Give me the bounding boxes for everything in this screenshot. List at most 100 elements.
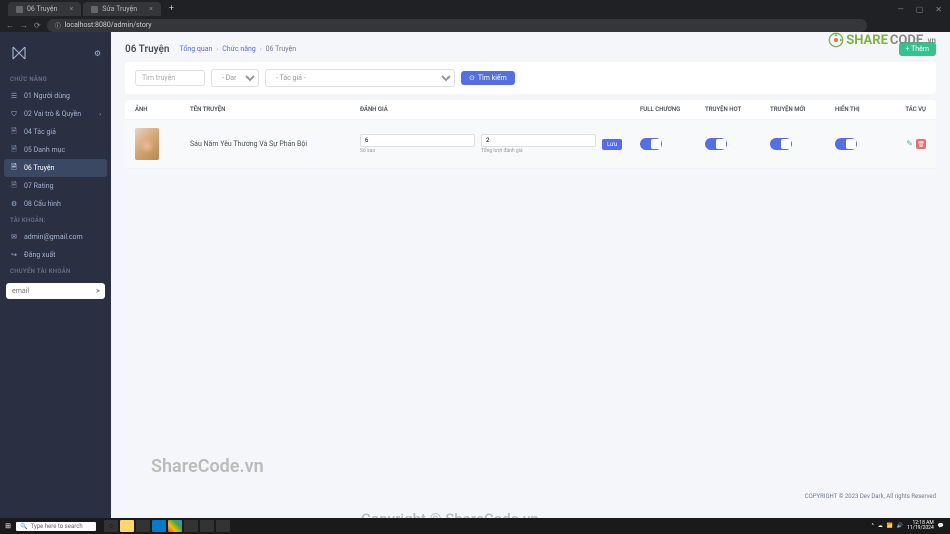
system-tray[interactable]: ^ ☁ 📶 🔊 12:18 AM 11/19/2024 💬 bbox=[872, 521, 948, 532]
nav-item-02[interactable]: ⛉02 Vai trò & Quyền› bbox=[0, 105, 111, 123]
th-full: FULL CHƯƠNG bbox=[640, 106, 705, 113]
main-content: SHARECODE.vn 06 Truyện Tổng quan › Chức … bbox=[111, 32, 950, 518]
filter-author-select[interactable]: - Tác giả - bbox=[265, 69, 455, 87]
send-icon[interactable]: ➤ bbox=[95, 287, 101, 295]
reload-button[interactable]: ⟳ bbox=[34, 21, 41, 30]
toggle-hot[interactable] bbox=[705, 138, 727, 150]
address-bar-row: ← → ⟳ ⓘ localhost:8080/admin/story bbox=[0, 18, 950, 32]
switch-account-wrap: ➤ bbox=[6, 283, 105, 299]
nav-item-05[interactable]: 🗎05 Danh mục bbox=[0, 141, 111, 159]
minimize-button[interactable]: — bbox=[897, 5, 903, 14]
nav-label: 06 Truyện bbox=[24, 164, 54, 172]
task-icon-edge[interactable] bbox=[136, 520, 150, 532]
task-icon-chrome[interactable] bbox=[168, 520, 182, 532]
nav-item-04[interactable]: 🗎 04 Tác giả bbox=[0, 123, 111, 141]
new-tab-button[interactable]: + bbox=[163, 4, 180, 14]
browser-chrome: 06 Truyện × Sửa Truyện × + — ▢ ✕ ← → ⟳ ⓘ… bbox=[0, 0, 950, 32]
nav-item-08[interactable]: ⚙08 Cấu hình bbox=[0, 195, 111, 213]
url-text: localhost:8080/admin/story bbox=[65, 21, 152, 29]
save-rating-button[interactable]: Lưu bbox=[602, 139, 622, 150]
task-icon-app1[interactable] bbox=[184, 520, 198, 532]
maximize-button[interactable]: ▢ bbox=[916, 5, 924, 14]
close-button[interactable]: ✕ bbox=[935, 5, 942, 14]
task-icon-app3[interactable] bbox=[216, 520, 230, 532]
forward-button[interactable]: → bbox=[20, 21, 28, 30]
section-header-chuyen: CHUYỂN TÀI KHOẢN bbox=[0, 264, 111, 279]
th-moi: TRUYỆN MỚI bbox=[770, 106, 835, 113]
taskbar-clock[interactable]: 12:18 AM 11/19/2024 bbox=[907, 521, 934, 532]
logo-row: ⚙ bbox=[0, 40, 111, 72]
nav-item-01[interactable]: ☰01 Người dùng bbox=[0, 87, 111, 105]
th-anh: ẢNH bbox=[135, 106, 190, 113]
tray-notifications-icon[interactable]: 💬 bbox=[938, 523, 944, 529]
users-icon: ☰ bbox=[10, 92, 18, 100]
filter-category-select[interactable]: - Danh mục - bbox=[211, 69, 259, 87]
rating-total-input[interactable] bbox=[481, 134, 596, 147]
sharecode-watermark-logo: SHARECODE.vn bbox=[828, 32, 936, 48]
nav-item-logout[interactable]: ↪Đăng xuất bbox=[0, 246, 111, 264]
windows-taskbar: ⊞ 🔍Type here to search ○ ^ ☁ 📶 🔊 12:18 A… bbox=[0, 518, 950, 534]
watermark-code: CODE bbox=[890, 33, 923, 48]
filter-search-input[interactable] bbox=[135, 70, 205, 86]
tab-label: 06 Truyện bbox=[27, 5, 57, 13]
section-header-taikhoan: TÀI KHOẢN: bbox=[0, 213, 111, 228]
tab-label: Sửa Truyện bbox=[102, 5, 137, 13]
taskbar-search[interactable]: 🔍Type here to search bbox=[16, 522, 96, 531]
task-icon-app2[interactable] bbox=[200, 520, 214, 532]
breadcrumb-item[interactable]: Tổng quan bbox=[180, 45, 213, 53]
app-logo[interactable] bbox=[10, 44, 28, 62]
story-thumbnail[interactable] bbox=[135, 128, 159, 160]
chevron-right-icon: › bbox=[99, 111, 101, 118]
tray-chevron-icon[interactable]: ^ bbox=[872, 523, 874, 529]
nav-label: 07 Rating bbox=[24, 182, 54, 190]
table-row: Sáu Năm Yêu Thương Và Sự Phản Bội Số sao… bbox=[125, 120, 936, 169]
start-button[interactable]: ⊞ bbox=[2, 520, 14, 532]
cell-thumb bbox=[135, 128, 190, 160]
rating-stars-input[interactable] bbox=[360, 134, 475, 147]
task-icon-cortana[interactable]: ○ bbox=[104, 520, 118, 532]
nav-label: admin@gmail.com bbox=[24, 233, 83, 241]
delete-button[interactable]: 🗑 bbox=[916, 139, 926, 149]
toggle-hien[interactable] bbox=[835, 138, 857, 150]
url-input[interactable]: ⓘ localhost:8080/admin/story bbox=[47, 19, 867, 32]
browser-tab-1[interactable]: 06 Truyện × bbox=[8, 2, 81, 16]
nav-item-06[interactable]: 🗎06 Truyện bbox=[4, 159, 107, 177]
rating-stars-label: Số sao bbox=[360, 148, 475, 154]
th-ten: TÊN TRUYỆN bbox=[190, 106, 360, 113]
task-icon-vscode[interactable] bbox=[152, 520, 166, 532]
tray-sound-icon[interactable]: 🔊 bbox=[897, 523, 903, 529]
doc-icon: 🗎 bbox=[10, 182, 18, 190]
rating-total-label: Tổng lượt đánh giá bbox=[481, 148, 596, 154]
taskbar-search-placeholder: Type here to search bbox=[30, 523, 82, 530]
nav-item-07[interactable]: 🗎 07 Rating bbox=[0, 177, 111, 195]
nav-item-email[interactable]: ✉admin@gmail.com bbox=[0, 228, 111, 246]
cell-hot bbox=[705, 138, 770, 150]
toggle-full[interactable] bbox=[640, 138, 662, 150]
doc-icon: 🗎 bbox=[10, 128, 18, 136]
tab-close-icon[interactable]: × bbox=[149, 5, 153, 13]
filter-card: - Danh mục - - Tác giả - ⊙Tìm kiếm bbox=[125, 62, 936, 94]
info-icon: ⓘ bbox=[55, 21, 61, 30]
tab-bar: 06 Truyện × Sửa Truyện × + — ▢ ✕ bbox=[0, 0, 950, 18]
tray-wifi-icon[interactable]: 📶 bbox=[887, 523, 893, 529]
sidebar: ⚙ CHỨC NĂNG ☰01 Người dùng ⛉02 Vai trò &… bbox=[0, 32, 111, 518]
cell-moi bbox=[770, 138, 835, 150]
tab-favicon bbox=[16, 6, 23, 13]
settings-icon[interactable]: ⚙ bbox=[94, 49, 101, 58]
cell-name: Sáu Năm Yêu Thương Và Sự Phản Bội bbox=[190, 140, 360, 148]
edit-button[interactable]: ✎ bbox=[906, 139, 913, 149]
browser-tab-2[interactable]: Sửa Truyện × bbox=[83, 2, 161, 16]
switch-email-input[interactable] bbox=[6, 283, 105, 299]
tray-cloud-icon[interactable]: ☁ bbox=[878, 523, 883, 529]
tab-close-icon[interactable]: × bbox=[69, 5, 73, 13]
search-button[interactable]: ⊙Tìm kiếm bbox=[461, 71, 515, 85]
toggle-moi[interactable] bbox=[770, 138, 792, 150]
back-button[interactable]: ← bbox=[6, 21, 14, 30]
page-title: 06 Truyện bbox=[125, 44, 170, 55]
nav-label: 04 Tác giả bbox=[24, 128, 56, 136]
breadcrumb-item[interactable]: Chức năng bbox=[222, 45, 256, 53]
task-icon-explorer[interactable] bbox=[120, 520, 134, 532]
cell-full bbox=[640, 138, 705, 150]
title-wrap: 06 Truyện Tổng quan › Chức năng › 06 Tru… bbox=[125, 44, 296, 55]
cell-hien bbox=[835, 138, 885, 150]
